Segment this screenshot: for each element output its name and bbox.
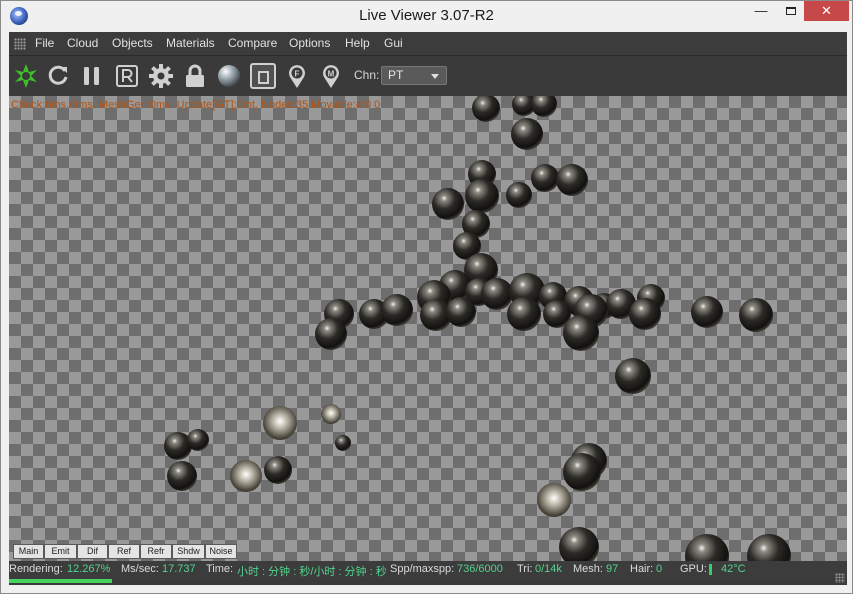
render-progress-track — [9, 573, 847, 585]
status-bar: Rendering: 12.267% Ms/sec: 17.737 Time: … — [9, 561, 847, 579]
menu-materials[interactable]: Materials — [166, 36, 215, 50]
chevron-down-icon — [431, 74, 439, 79]
menu-file[interactable]: File — [35, 36, 54, 50]
render-progress-bar — [9, 579, 112, 583]
toolbar: F M Chn: PT — [9, 56, 847, 96]
time-value: 小时 : 分钟 : 秒/小时 : 分钟 : 秒 — [237, 566, 387, 578]
menu-compare[interactable]: Compare — [228, 36, 277, 50]
rendering-label: Rendering: — [9, 563, 63, 575]
tri-label: Tri: — [517, 563, 533, 575]
window-title: Live Viewer 3.07-R2 — [359, 7, 494, 24]
region-render-icon[interactable] — [113, 62, 141, 90]
minimize-button[interactable]: — — [748, 1, 774, 21]
refresh-icon[interactable] — [44, 62, 72, 90]
focus-picker-icon[interactable]: F — [283, 62, 311, 90]
svg-text:F: F — [295, 70, 300, 79]
pass-tab-refr[interactable]: Refr — [140, 544, 172, 559]
gpu-temperature: 42°C — [721, 563, 746, 575]
lock-icon[interactable] — [181, 62, 209, 90]
menu-cloud[interactable]: Cloud — [67, 36, 98, 50]
time-label: Time: — [206, 563, 234, 575]
render-viewport[interactable]: Check:0ms./8ms. MeshGen:0ms. Update[GT]:… — [9, 96, 847, 561]
svg-text:M: M — [328, 70, 335, 79]
menu-options[interactable]: Options — [289, 36, 330, 50]
mesh-label: Mesh: — [573, 563, 603, 575]
viewport-region-icon[interactable] — [249, 62, 277, 90]
octane-logo-icon[interactable] — [12, 62, 40, 90]
settings-gear-icon[interactable] — [147, 62, 175, 90]
pause-icon[interactable] — [78, 62, 106, 90]
title-bar: Live Viewer 3.07-R2 — ✕ — [1, 1, 852, 32]
pass-tab-emit[interactable]: Emit — [44, 544, 77, 559]
gpu-label: GPU: — [680, 563, 707, 575]
mssec-value: 17.737 — [162, 563, 196, 575]
pass-tab-noise[interactable]: Noise — [205, 544, 237, 559]
pass-tab-dif[interactable]: Dif — [77, 544, 108, 559]
menu-help[interactable]: Help — [345, 36, 370, 50]
render-stats-line: Check:0ms./8ms. MeshGen:0ms. Update[GT]:… — [11, 99, 381, 111]
material-ball-icon[interactable] — [215, 62, 243, 90]
channel-label: Chn: — [354, 68, 380, 82]
spp-label: Spp/maxspp: — [390, 563, 455, 575]
chrome-spheres — [164, 96, 791, 561]
pass-tab-ref[interactable]: Ref — [108, 544, 140, 559]
hair-value: 0 — [656, 563, 663, 575]
hair-label: Hair: — [630, 563, 654, 575]
channel-select[interactable]: PT — [381, 66, 447, 85]
rendering-value: 12.267% — [67, 563, 111, 575]
mesh-value: 97 — [606, 563, 619, 575]
maximize-button[interactable] — [778, 1, 804, 21]
tri-value: 0/14k — [535, 563, 562, 575]
material-pin-icon[interactable]: M — [317, 62, 345, 90]
menu-objects[interactable]: Objects — [112, 36, 153, 50]
pass-tab-shdw[interactable]: Shdw — [172, 544, 205, 559]
menu-grip-icon[interactable] — [14, 38, 26, 50]
channel-select-value: PT — [388, 68, 404, 82]
resize-grip-icon[interactable] — [835, 573, 845, 583]
spp-value: 736/6000 — [457, 563, 503, 575]
menu-gui[interactable]: Gui — [384, 36, 403, 50]
live-viewer-window: Live Viewer 3.07-R2 — ✕ File Cloud Objec… — [0, 0, 853, 594]
close-button[interactable]: ✕ — [804, 1, 849, 21]
mssec-label: Ms/sec: — [121, 563, 159, 575]
gpu-usage-bar — [709, 564, 712, 575]
menu-bar: File Cloud Objects Materials Compare Opt… — [9, 32, 847, 56]
maximize-icon — [786, 7, 796, 15]
pass-tab-main[interactable]: Main — [13, 544, 44, 559]
render-image — [164, 96, 791, 561]
